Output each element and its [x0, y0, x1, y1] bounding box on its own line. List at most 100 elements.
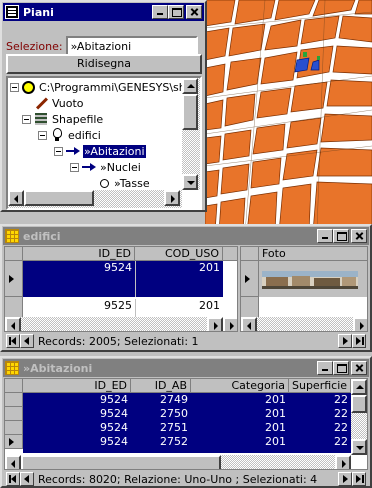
last-record-icon[interactable] — [352, 472, 366, 486]
column-header-cod-uso[interactable]: COD_USO — [135, 247, 223, 261]
abitazioni-record-navigator: Records: 8020; Relazione: Uno-Uno ; Sele… — [6, 472, 317, 486]
row-indicator[interactable] — [5, 407, 23, 421]
table-row-cell[interactable]: 22 — [289, 407, 351, 421]
photo-horizontal-scrollbar[interactable] — [241, 317, 367, 331]
scroll-left-icon[interactable] — [8, 190, 24, 206]
grid-horizontal-scrollbar[interactable] — [5, 317, 237, 331]
table-row-cell[interactable]: 2750 — [131, 407, 191, 421]
maximize-icon[interactable] — [333, 361, 349, 375]
scroll-thumb[interactable] — [24, 190, 94, 206]
close-icon[interactable] — [351, 361, 367, 375]
table-row-cell[interactable]: 2752 — [131, 435, 191, 449]
collapse-icon[interactable] — [70, 162, 79, 172]
collapse-icon[interactable] — [54, 146, 63, 156]
tree-node-vuoto[interactable]: Vuoto — [34, 96, 85, 110]
table-row-cell[interactable]: 22 — [289, 421, 351, 435]
tree-horizontal-scrollbar[interactable] — [8, 190, 182, 208]
scroll-right-icon[interactable] — [353, 317, 367, 331]
column-header-foto[interactable]: Foto — [259, 247, 367, 261]
column-header-id-ed[interactable]: ID_ED — [23, 379, 131, 393]
scroll-thumb[interactable] — [21, 455, 221, 469]
first-record-icon[interactable] — [6, 334, 20, 348]
scroll-up-icon[interactable] — [351, 379, 367, 395]
last-record-icon[interactable] — [352, 334, 366, 348]
grid-corner — [5, 379, 23, 393]
piani-title: Piani — [23, 5, 54, 19]
previous-record-icon[interactable] — [20, 472, 34, 486]
grid-vertical-scrollbar[interactable] — [351, 379, 367, 455]
table-row-cell[interactable]: 22 — [289, 435, 351, 449]
redraw-button[interactable]: Ridisegna — [6, 54, 202, 74]
table-row-cell[interactable]: 201 — [191, 421, 289, 435]
abitazioni-window: »Abitazioni ID_ED ID_AB Categoria Superf… — [0, 356, 372, 488]
table-row-cell[interactable]: 2749 — [131, 393, 191, 407]
current-row-indicator[interactable] — [241, 261, 259, 297]
tree-node-abitazioni[interactable]: »Abitazioni — [54, 143, 147, 159]
collapse-icon[interactable] — [10, 82, 19, 92]
row-indicator[interactable] — [5, 421, 23, 435]
map-canvas[interactable] — [205, 0, 372, 232]
table-row-cell[interactable]: 9524 — [23, 421, 131, 435]
first-record-icon[interactable] — [6, 472, 20, 486]
scroll-right-icon[interactable] — [223, 317, 237, 331]
table-row-cell[interactable]: 201 — [191, 435, 289, 449]
scroll-right-icon[interactable] — [335, 455, 351, 469]
tree-node-tasse[interactable]: »Tasse — [98, 176, 151, 190]
tree-node-nuclei[interactable]: »Nuclei — [70, 160, 142, 174]
edifici-titlebar[interactable]: edifici — [3, 227, 369, 245]
column-header-id-ed[interactable]: ID_ED — [23, 247, 135, 261]
grid-corner — [241, 247, 259, 261]
scroll-left-icon[interactable] — [241, 317, 257, 331]
table-row-cell[interactable]: 9524 — [23, 261, 135, 297]
table-row-cell[interactable]: 9524 — [23, 393, 131, 407]
table-row-cell[interactable]: 9524 — [23, 407, 131, 421]
column-header-categoria[interactable]: Categoria — [191, 379, 289, 393]
scroll-thumb[interactable] — [182, 94, 198, 130]
ring-icon — [100, 178, 109, 188]
scroll-right-icon[interactable] — [164, 190, 180, 206]
grid-horizontal-scrollbar[interactable] — [5, 455, 351, 469]
scroll-up-icon[interactable] — [182, 78, 198, 94]
current-row-indicator[interactable] — [5, 261, 23, 297]
layers-icon — [34, 112, 48, 126]
maximize-icon[interactable] — [168, 5, 184, 19]
table-row-cell[interactable]: 201 — [191, 393, 289, 407]
minimize-icon[interactable] — [152, 5, 168, 19]
table-row-cell[interactable]: 2751 — [131, 421, 191, 435]
scroll-left-icon[interactable] — [5, 317, 21, 331]
minimize-icon[interactable] — [317, 229, 333, 243]
table-row-cell[interactable]: 201 — [191, 407, 289, 421]
scroll-down-icon[interactable] — [351, 439, 367, 455]
photo-cell[interactable] — [259, 261, 367, 297]
tree-node-shapefile[interactable]: Shapefile — [22, 112, 104, 126]
abitazioni-titlebar[interactable]: »Abitazioni — [3, 359, 369, 377]
collapse-icon[interactable] — [22, 114, 31, 124]
scroll-thumb[interactable] — [351, 395, 367, 413]
column-header-id-ab[interactable]: ID_AB — [131, 379, 191, 393]
close-icon[interactable] — [351, 229, 367, 243]
table-row-cell[interactable]: 22 — [289, 393, 351, 407]
current-row-indicator[interactable] — [5, 435, 23, 449]
root-circle-icon — [22, 80, 35, 94]
collapse-icon[interactable] — [38, 130, 47, 140]
tree-node-edifici[interactable]: edifici — [38, 128, 102, 142]
column-header-superficie[interactable]: Superficie — [289, 379, 351, 393]
next-record-icon[interactable] — [338, 334, 352, 348]
table-row-cell[interactable]: 201 — [135, 261, 223, 297]
scroll-right-icon[interactable] — [207, 317, 223, 331]
selection-field[interactable]: »Abitazioni — [65, 36, 198, 56]
scroll-down-icon[interactable] — [182, 174, 198, 190]
table-row-cell[interactable]: 9524 — [23, 435, 131, 449]
tree-node-root[interactable]: C:\Programmi\GENESYS\shp — [10, 80, 194, 94]
close-icon[interactable] — [186, 5, 202, 19]
tree-vertical-scrollbar[interactable] — [182, 78, 200, 190]
piani-window: Piani Selezione: »Abitazioni Ridisegna C… — [0, 0, 207, 212]
maximize-icon[interactable] — [333, 229, 349, 243]
scroll-left-icon[interactable] — [5, 455, 21, 469]
relation-arrow-icon — [82, 160, 96, 174]
previous-record-icon[interactable] — [20, 334, 34, 348]
minimize-icon[interactable] — [317, 361, 333, 375]
next-record-icon[interactable] — [338, 472, 352, 486]
row-indicator[interactable] — [5, 393, 23, 407]
piani-titlebar[interactable]: Piani — [3, 3, 204, 21]
